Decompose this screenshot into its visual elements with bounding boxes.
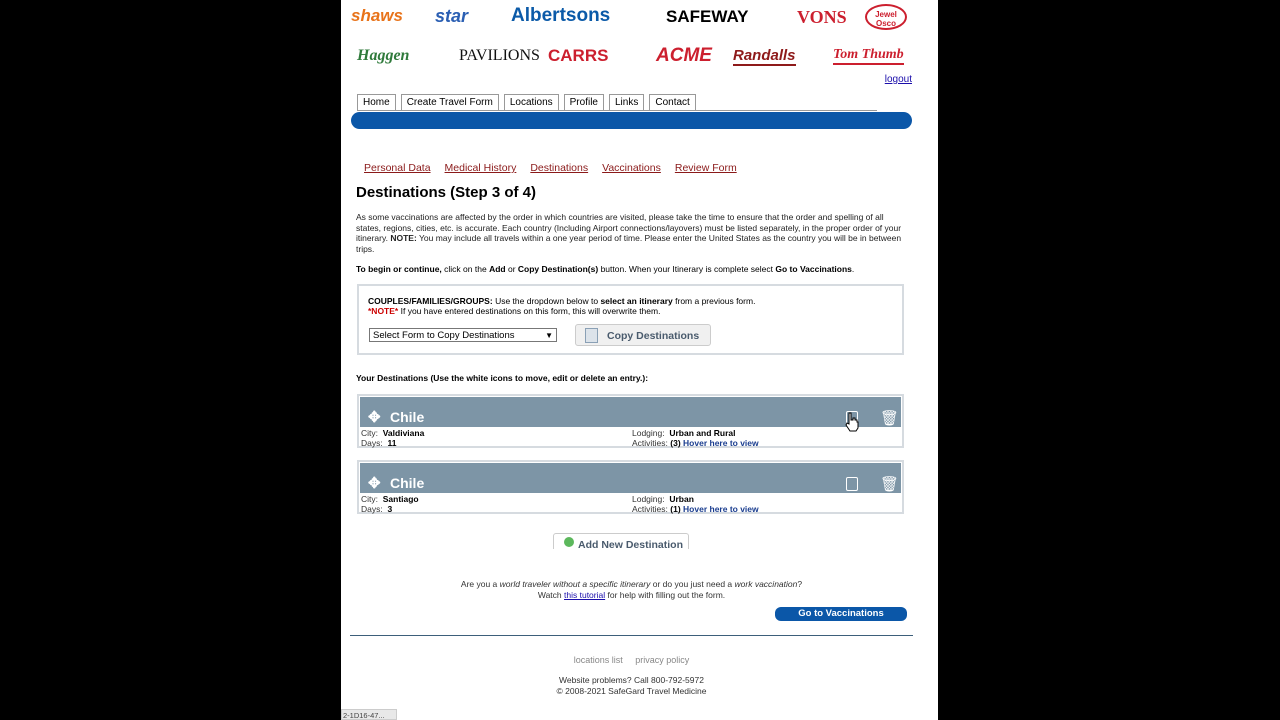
main-nav: Home Create Travel Form Locations Profil… <box>357 94 696 111</box>
activities-hover-link[interactable]: Hover here to view <box>683 438 759 448</box>
destination-days: Days: 3 <box>361 504 393 514</box>
albertsons-logo[interactable]: Albertsons <box>511 5 610 27</box>
tab-links[interactable]: Links <box>609 94 645 111</box>
footer-links: locations list privacy policy <box>341 655 922 665</box>
document-icon <box>585 328 598 343</box>
logout-link[interactable]: logout <box>885 74 912 85</box>
destination-city: City: Valdiviana <box>361 428 425 438</box>
privacy-policy-link[interactable]: privacy policy <box>635 655 689 665</box>
locations-list-link[interactable]: locations list <box>574 655 623 665</box>
pavilions-logo[interactable]: PAVILIONS <box>459 47 540 65</box>
chevron-down-icon: ▼ <box>545 331 553 340</box>
instruction-text: To begin or continue, click on the Add o… <box>356 264 855 274</box>
tab-contact[interactable]: Contact <box>649 94 696 111</box>
destination-days: Days: 11 <box>361 438 397 448</box>
safeway-logo[interactable]: SAFEWAY <box>666 7 749 27</box>
intro-text: As some vaccinations are affected by the… <box>356 212 902 254</box>
tab-create-travel-form[interactable]: Create Travel Form <box>400 94 499 111</box>
destination-activities: Activities: (1) Hover here to view <box>632 504 759 514</box>
destination-header: ✥ Chile 🗑 <box>360 463 901 493</box>
acme-logo[interactable]: ACME <box>656 45 712 67</box>
go-to-vaccinations-button[interactable]: Go to Vaccinations <box>775 607 907 621</box>
tab-locations[interactable]: Locations <box>503 94 559 111</box>
destination-card: ✥ Chile 🗑 City: Valdiviana Days: 11 Lodg… <box>357 394 904 448</box>
tab-profile[interactable]: Profile <box>563 94 604 111</box>
hand-cursor-icon <box>845 412 859 432</box>
step-destinations[interactable]: Destinations <box>530 162 588 174</box>
destination-header: ✥ Chile 🗑 <box>360 397 901 427</box>
destination-country: Chile <box>390 475 425 491</box>
page-container: shaws star Albertsons SAFEWAY VONS Jewel… <box>341 0 938 720</box>
star-logo[interactable]: star <box>435 6 468 27</box>
destination-lodging: Lodging: Urban <box>632 494 694 504</box>
activities-hover-link[interactable]: Hover here to view <box>683 504 759 514</box>
destination-country: Chile <box>390 409 425 425</box>
destination-card: ✥ Chile 🗑 City: Santiago Days: 3 Lodging… <box>357 460 904 514</box>
carrs-logo[interactable]: CARRS <box>548 46 608 66</box>
groups-note: *NOTE* If you have entered destinations … <box>368 306 661 316</box>
step-medical-history[interactable]: Medical History <box>445 162 517 174</box>
nav-divider <box>357 110 877 111</box>
step-links: Personal Data Medical History Destinatio… <box>364 162 737 174</box>
haggen-logo[interactable]: Haggen <box>357 47 409 65</box>
page-title: Destinations (Step 3 of 4) <box>356 184 537 201</box>
destination-lodging: Lodging: Urban and Rural <box>632 428 736 438</box>
step-personal-data[interactable]: Personal Data <box>364 162 431 174</box>
your-destinations-label: Your Destinations (Use the white icons t… <box>356 373 649 383</box>
tom-thumb-logo[interactable]: Tom Thumb <box>833 47 904 65</box>
copy-destinations-button[interactable]: Copy Destinations <box>575 324 711 346</box>
traveler-note: Are you a world traveler without a speci… <box>460 579 803 600</box>
copy-form-select[interactable]: Select Form to Copy Destinations ▼ <box>369 328 557 342</box>
add-destination-button[interactable]: Add New Destination <box>553 533 689 551</box>
vons-logo[interactable]: VONS <box>797 7 847 28</box>
footer-info: Website problems? Call 800-792-5972 © 20… <box>556 675 707 696</box>
move-icon[interactable]: ✥ <box>368 410 381 425</box>
groups-instructions: COUPLES/FAMILIES/GROUPS: Use the dropdow… <box>368 296 756 306</box>
destination-activities: Activities: (3) Hover here to view <box>632 438 759 448</box>
destination-city: City: Santiago <box>361 494 419 504</box>
trash-icon[interactable]: 🗑 <box>880 477 899 492</box>
footer-divider <box>350 635 913 636</box>
trash-icon[interactable]: 🗑 <box>880 411 899 426</box>
step-vaccinations[interactable]: Vaccinations <box>602 162 661 174</box>
brand-logos: shaws star Albertsons SAFEWAY VONS Jewel… <box>341 0 938 72</box>
move-icon[interactable]: ✥ <box>368 476 381 491</box>
shaws-logo[interactable]: shaws <box>351 6 403 26</box>
add-icon <box>564 537 574 547</box>
edit-icon[interactable] <box>846 477 858 491</box>
tutorial-link[interactable]: this tutorial <box>564 590 605 600</box>
status-bar: 2-1D16-47... <box>341 709 397 720</box>
randalls-logo[interactable]: Randalls <box>733 47 796 66</box>
header-bar <box>351 112 912 129</box>
copy-destinations-box: COUPLES/FAMILIES/GROUPS: Use the dropdow… <box>357 284 904 355</box>
step-review-form[interactable]: Review Form <box>675 162 737 174</box>
jewel-osco-logo[interactable]: Jewel Osco <box>865 4 907 30</box>
tab-home[interactable]: Home <box>357 94 396 111</box>
